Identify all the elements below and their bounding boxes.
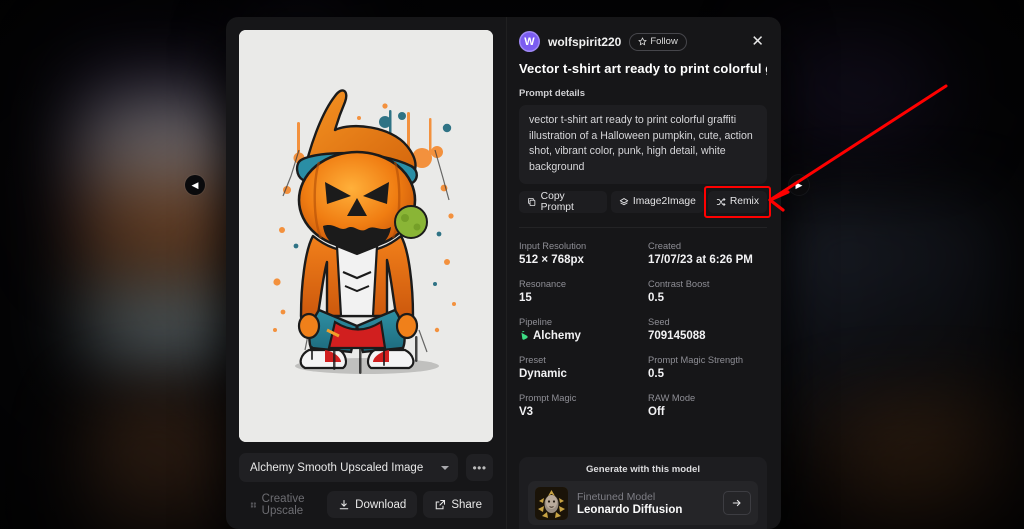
layers-icon	[619, 197, 629, 207]
metadata-value: 0.5	[648, 292, 767, 304]
model-thumbnail	[535, 487, 568, 520]
next-image-button[interactable]: ▶	[789, 175, 809, 195]
image-detail-modal: Alchemy Smooth Upscaled Image ••• Creati…	[226, 17, 781, 529]
creative-upscale-label: Creative Upscale	[262, 493, 311, 517]
model-card-subtitle: Finetuned Model	[577, 491, 682, 503]
artwork-image[interactable]	[239, 30, 493, 442]
metadata-value: Dynamic	[519, 368, 638, 380]
metadata-key: Seed	[648, 317, 767, 327]
model-card-name: Leonardo Diffusion	[577, 504, 682, 516]
flask-icon	[519, 330, 529, 341]
share-icon	[434, 499, 446, 511]
metadata-value: 512 × 768px	[519, 254, 638, 266]
remix-button[interactable]: Remix	[708, 191, 767, 213]
metadata-grid: Input Resolution 512 × 768px Created 17/…	[519, 241, 767, 418]
image2image-button[interactable]: Image2Image	[611, 191, 704, 213]
share-button[interactable]: Share	[423, 491, 493, 518]
sparkle-icon	[250, 499, 257, 511]
download-icon	[338, 499, 350, 511]
shuffle-icon	[716, 197, 726, 207]
generate-with-model-card: Generate with this model	[519, 457, 767, 529]
model-card-title: Generate with this model	[528, 464, 758, 475]
image2image-label: Image2Image	[633, 196, 696, 207]
download-button[interactable]: Download	[327, 491, 417, 518]
version-toolbar: Alchemy Smooth Upscaled Image •••	[239, 453, 493, 482]
metadata-key: Prompt Magic	[519, 393, 638, 403]
image-actions: Creative Upscale Download Share	[239, 491, 493, 518]
metadata-item: Contrast Boost 0.5	[648, 279, 767, 304]
metadata-item: Prompt Magic Strength 0.5	[648, 355, 767, 380]
version-dropdown[interactable]: Alchemy Smooth Upscaled Image	[239, 453, 458, 482]
star-icon	[638, 37, 647, 46]
section-divider	[519, 227, 767, 228]
close-icon: ✕	[751, 33, 764, 50]
model-card-text: Finetuned Model Leonardo Diffusion	[577, 491, 682, 516]
metadata-key: Pipeline	[519, 317, 638, 327]
metadata-key: Input Resolution	[519, 241, 638, 251]
prompt-text[interactable]: vector t-shirt art ready to print colorf…	[519, 105, 767, 184]
prompt-details-label: Prompt details	[519, 88, 767, 99]
metadata-item: Input Resolution 512 × 768px	[519, 241, 638, 266]
more-options-button[interactable]: •••	[466, 454, 493, 481]
previous-image-button[interactable]: ◀	[185, 175, 205, 195]
metadata-item: RAW Mode Off	[648, 393, 767, 418]
avatar[interactable]: W	[519, 31, 540, 52]
remix-label: Remix	[730, 196, 759, 207]
metadata-value: Off	[648, 406, 767, 418]
copy-prompt-button[interactable]: Copy Prompt	[519, 191, 607, 213]
arrow-right-icon	[731, 497, 743, 509]
version-dropdown-label: Alchemy Smooth Upscaled Image	[250, 462, 441, 474]
copy-icon	[527, 197, 537, 207]
metadata-key: Prompt Magic Strength	[648, 355, 767, 365]
image-pane: Alchemy Smooth Upscaled Image ••• Creati…	[226, 17, 506, 529]
pipeline-label: Alchemy	[533, 330, 581, 342]
author-header: W wolfspirit220 Follow ✕	[519, 31, 767, 52]
creative-upscale-button[interactable]: Creative Upscale	[239, 491, 321, 518]
close-button[interactable]: ✕	[748, 32, 767, 51]
metadata-key: Preset	[519, 355, 638, 365]
metadata-key: Created	[648, 241, 767, 251]
model-card-row[interactable]: Finetuned Model Leonardo Diffusion	[528, 481, 758, 525]
metadata-item: Resonance 15	[519, 279, 638, 304]
metadata-key: RAW Mode	[648, 393, 767, 403]
follow-button[interactable]: Follow	[629, 33, 686, 51]
page-title: Vector t-shirt art ready to print colorf…	[519, 61, 767, 76]
details-pane: W wolfspirit220 Follow ✕ Vector t-shirt …	[506, 17, 781, 529]
copy-prompt-label: Copy Prompt	[541, 191, 599, 213]
model-card-go-button[interactable]	[723, 491, 751, 515]
username-label[interactable]: wolfspirit220	[548, 35, 621, 49]
metadata-item: Pipeline Alchemy	[519, 317, 638, 342]
share-label: Share	[451, 499, 482, 511]
metadata-key: Resonance	[519, 279, 638, 289]
metadata-key: Contrast Boost	[648, 279, 767, 289]
metadata-item: Seed 709145088	[648, 317, 767, 342]
metadata-item: Prompt Magic V3	[519, 393, 638, 418]
metadata-value: 15	[519, 292, 638, 304]
download-label: Download	[355, 499, 406, 511]
metadata-item: Preset Dynamic	[519, 355, 638, 380]
chevron-down-icon	[441, 466, 449, 470]
metadata-item: Created 17/07/23 at 6:26 PM	[648, 241, 767, 266]
metadata-value-pipeline: Alchemy	[519, 330, 638, 342]
metadata-value: V3	[519, 406, 638, 418]
metadata-value: 0.5	[648, 368, 767, 380]
prompt-actions: Copy Prompt Image2Image Remix	[519, 191, 767, 213]
metadata-value: 17/07/23 at 6:26 PM	[648, 254, 767, 266]
chevron-right-icon: ▶	[796, 181, 803, 190]
more-horizontal-icon: •••	[472, 461, 486, 475]
metadata-value: 709145088	[648, 330, 767, 342]
remix-button-wrapper: Remix	[708, 191, 767, 213]
follow-label: Follow	[650, 36, 677, 47]
chevron-left-icon: ◀	[192, 181, 199, 190]
